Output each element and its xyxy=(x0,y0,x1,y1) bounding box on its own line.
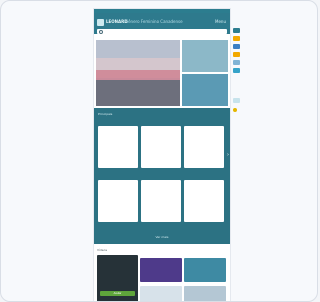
article-card[interactable] xyxy=(98,180,138,222)
logo-icon[interactable] xyxy=(97,19,104,26)
brand-tagline: Gênero Feminino Canadense xyxy=(125,19,183,24)
hero-main-image[interactable] xyxy=(96,40,180,106)
accept-cookies-button[interactable]: Aceitar xyxy=(100,291,135,296)
article-card[interactable] xyxy=(141,180,181,222)
extension-icon[interactable] xyxy=(233,60,240,65)
hero-section xyxy=(94,38,230,108)
chevron-right-icon[interactable]: › xyxy=(227,152,231,158)
extension-icon[interactable] xyxy=(233,52,240,57)
article-card[interactable] xyxy=(184,180,224,222)
hero-side-story[interactable] xyxy=(182,74,228,106)
screenshot-frame: LEONARD Gênero Feminino Canadense Menu P… xyxy=(0,0,318,302)
cookie-banner: Aceitar xyxy=(97,255,138,301)
web-page: LEONARD Gênero Feminino Canadense Menu P… xyxy=(94,9,230,301)
video-thumbnail[interactable] xyxy=(184,258,226,282)
menu-link[interactable]: Menu xyxy=(215,19,226,25)
search-bar[interactable] xyxy=(97,29,227,34)
extension-icon[interactable] xyxy=(233,44,240,49)
featured-section: Principais Ver mais xyxy=(94,108,230,244)
video-thumbnail[interactable] xyxy=(184,286,226,301)
video-thumbnail[interactable] xyxy=(140,286,182,301)
hero-side-story[interactable] xyxy=(182,40,228,72)
see-more-button[interactable]: Ver mais xyxy=(151,235,173,240)
article-card[interactable] xyxy=(184,126,224,168)
article-card[interactable] xyxy=(98,126,138,168)
search-icon[interactable] xyxy=(99,30,103,34)
article-card[interactable] xyxy=(141,126,181,168)
videos-section-label: Vídeos xyxy=(97,248,108,252)
extension-icon[interactable] xyxy=(233,36,240,41)
video-thumbnail[interactable] xyxy=(140,258,182,282)
hero-image-floor xyxy=(96,80,180,106)
section-title: Principais xyxy=(98,112,113,116)
extension-icon[interactable] xyxy=(233,98,240,103)
extension-icon[interactable] xyxy=(233,108,237,112)
search-input[interactable] xyxy=(104,29,214,34)
extension-icon[interactable] xyxy=(233,28,240,33)
extension-icon[interactable] xyxy=(233,68,240,73)
